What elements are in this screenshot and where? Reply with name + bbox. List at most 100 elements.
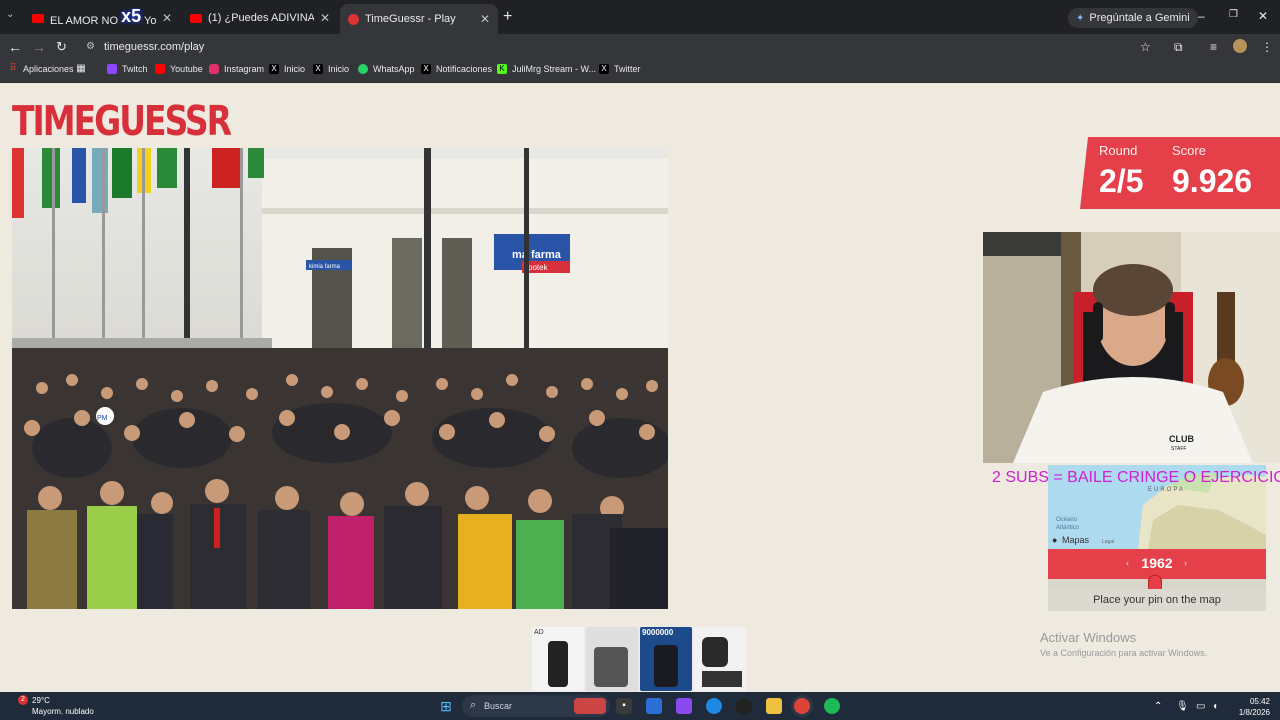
pm-badge: PM: [97, 415, 108, 422]
extensions-icon[interactable]: ⧉: [1174, 40, 1183, 55]
url-text: timeguessr.com/play: [104, 41, 205, 53]
bookmark-inicio-1[interactable]: X Inicio: [269, 64, 305, 74]
clock-time: 05:42: [1249, 697, 1270, 706]
minimize-icon[interactable]: –: [1198, 9, 1205, 23]
window-close-icon[interactable]: ✕: [1258, 9, 1268, 23]
profile-avatar[interactable]: [1233, 39, 1247, 53]
apps-launcher-icon[interactable]: ▦: [76, 64, 91, 74]
bookmark-label: Inicio: [328, 64, 350, 74]
x-icon: X: [599, 64, 609, 74]
youtube-icon: [32, 13, 44, 23]
x-icon: X: [269, 64, 279, 74]
file-explorer-icon[interactable]: [766, 698, 782, 714]
reload-icon[interactable]: ↻: [56, 39, 67, 55]
search-highlight-icon: [574, 698, 606, 714]
tray-chevron-icon[interactable]: ⌃: [1154, 701, 1162, 712]
bookmark-label: Instagram: [224, 64, 265, 74]
tab-label-suffix: YouT: [144, 14, 156, 27]
address-bar[interactable]: ⚙ timeguessr.com/play: [80, 36, 1160, 58]
bookmark-label: Youtube: [170, 64, 203, 74]
maps-legal-link[interactable]: Legal: [1102, 539, 1114, 545]
app-icon-2[interactable]: [676, 698, 692, 714]
new-tab-button[interactable]: +: [503, 8, 512, 26]
clock-date: 1/8/2026: [1238, 708, 1270, 717]
tab-el-amor-no[interactable]: EL AMOR NO x5 YouT ✕: [24, 6, 180, 30]
activate-windows-title: Activar Windows: [1040, 630, 1137, 645]
bookmarks-bar: ⠿ Aplicaciones ▦ Twitch Youtube Instagram…: [0, 60, 1280, 83]
photo-illustration: ma farma potek kimia farma PM: [12, 148, 668, 609]
search-placeholder: Buscar: [484, 701, 513, 711]
map-label-oceano: Océano: [1056, 517, 1078, 523]
x-icon: X: [421, 64, 431, 74]
bookmark-inicio-2[interactable]: X Inicio: [313, 64, 349, 74]
bookmark-youtube[interactable]: Youtube: [155, 64, 203, 74]
timeguessr-favicon-icon: [348, 13, 359, 25]
bookmark-whatsapp[interactable]: WhatsApp: [358, 64, 415, 74]
taskbar-search[interactable]: ⌕ Buscar: [462, 695, 610, 717]
tab-label: TimeGuessr - Play: [365, 13, 456, 25]
bookmark-twitch[interactable]: Twitch: [107, 64, 148, 74]
restore-icon[interactable]: ❐: [1229, 9, 1238, 20]
tab-timeguessr[interactable]: TimeGuessr - Play ✕: [340, 4, 498, 34]
sign-apotek: potek: [528, 263, 549, 272]
weather-desc: Mayorm. nublado: [32, 707, 94, 716]
close-icon[interactable]: ✕: [480, 12, 490, 26]
bookmark-aplicaciones[interactable]: ⠿ Aplicaciones: [8, 64, 74, 75]
spotify-icon[interactable]: [824, 698, 840, 714]
app-icon-1[interactable]: [646, 698, 662, 714]
ad-image-3[interactable]: 9000000: [640, 627, 692, 691]
historical-photo[interactable]: ma farma potek kimia farma PM: [12, 148, 668, 609]
bookmark-julimrg-stream[interactable]: K JuliMrg Stream - W...: [497, 64, 596, 74]
shirt-text-staff: STAFF: [1171, 446, 1186, 452]
bookmark-label: WhatsApp: [373, 64, 415, 74]
volume-icon[interactable]: ◖: [1212, 701, 1218, 712]
score-label: Score: [1172, 143, 1206, 158]
media-controls-icon[interactable]: ≡: [1210, 40, 1217, 54]
more-menu-icon[interactable]: ⋮: [1261, 40, 1273, 54]
sign-kimia-farma: kimia farma: [309, 264, 341, 270]
browser-tab-strip: ⌄ EL AMOR NO x5 YouT ✕ (1) ¿Puedes ADIVI…: [0, 0, 1280, 34]
bookmark-label: Inicio: [284, 64, 306, 74]
timeguessr-logo[interactable]: TIMEGUESSR: [12, 96, 232, 145]
site-info-icon[interactable]: ⚙: [86, 41, 95, 52]
activate-windows-subtitle: Ve a Configuración para activar Windows.: [1040, 648, 1208, 658]
streamer-webcam: CLUB STAFF: [983, 232, 1280, 463]
bookmark-twitter[interactable]: X Twitter: [599, 64, 641, 74]
bookmark-notificaciones[interactable]: X Notificaciones: [421, 64, 492, 74]
microphone-icon[interactable]: 🎙: [1176, 701, 1189, 712]
bookmark-label: Aplicaciones: [23, 64, 74, 74]
close-icon[interactable]: ✕: [320, 11, 330, 25]
ad-image-2[interactable]: [586, 627, 638, 691]
grid-icon: ▦: [76, 63, 86, 74]
edge-icon[interactable]: [706, 698, 722, 714]
ad-badge: AD: [534, 629, 544, 636]
place-pin-button[interactable]: Place your pin on the map: [1048, 589, 1266, 611]
chrome-icon[interactable]: [794, 698, 810, 714]
sign-farma: ma farma: [512, 249, 562, 261]
close-icon[interactable]: ✕: [162, 11, 172, 25]
windows-start-icon[interactable]: ⊞: [438, 698, 454, 714]
back-arrow-icon[interactable]: ←: [8, 39, 22, 55]
apple-logo-icon: ●: [1052, 535, 1057, 545]
year-value: 1962: [1141, 555, 1173, 571]
ad-image-4[interactable]: [694, 627, 746, 691]
forward-arrow-icon[interactable]: →: [32, 39, 46, 55]
ad-banner[interactable]: AD 9000000: [532, 627, 746, 691]
bookmark-star-icon[interactable]: ☆: [1140, 40, 1151, 54]
task-view-icon[interactable]: ▪: [616, 698, 632, 714]
obs-icon[interactable]: [736, 698, 752, 714]
maps-brand: Mapas: [1062, 535, 1090, 545]
weather-widget[interactable]: 2 29°C Mayorm. nublado: [10, 695, 94, 717]
gemini-star-icon: ✦: [1076, 12, 1085, 24]
gemini-button[interactable]: ✦ Pregúntale a Gemini: [1068, 8, 1198, 28]
network-icon[interactable]: ▭: [1196, 701, 1205, 712]
round-label: Round: [1099, 143, 1138, 158]
system-clock[interactable]: 05:42 1/8/2026: [1228, 696, 1270, 718]
tab-puedes-adivinar[interactable]: (1) ¿Puedes ADIVINAR la CANC ✕: [182, 6, 338, 30]
tab-label: EL AMOR NO: [50, 14, 119, 27]
year-increase-icon[interactable]: ›: [1184, 558, 1187, 568]
tab-search-chevron-icon[interactable]: ⌄: [6, 9, 20, 23]
bookmark-instagram[interactable]: Instagram: [209, 64, 264, 74]
ad-image-1[interactable]: AD: [532, 627, 584, 691]
tab-label: (1) ¿Puedes ADIVINAR la CANC: [208, 12, 314, 24]
